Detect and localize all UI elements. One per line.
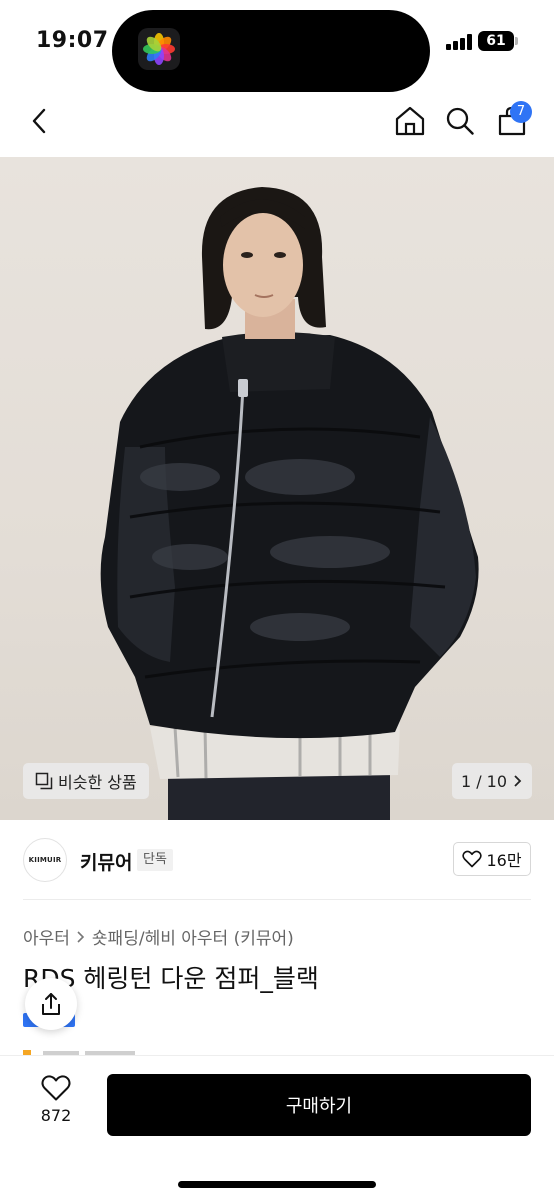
chevron-right-icon <box>77 930 85 943</box>
battery-tip <box>515 37 518 45</box>
top-nav: 7 <box>0 95 554 147</box>
search-button[interactable] <box>438 95 482 147</box>
brand-logo[interactable]: KIIMUIR <box>23 838 67 882</box>
heart-outline-icon <box>41 1075 71 1101</box>
brand-row: KIIMUIR 키뮤어 단독 16만 <box>0 836 554 886</box>
chevron-right-icon <box>514 775 522 787</box>
breadcrumb: 아우터 숏패딩/헤비 아우터 (키뮤어) <box>23 924 294 949</box>
brand-like-button[interactable]: 16만 <box>453 842 531 876</box>
share-button[interactable] <box>25 978 77 1030</box>
page-indicator-text: 1 / 10 <box>460 771 508 791</box>
heart-outline-icon <box>462 850 483 868</box>
cart-button[interactable]: 7 <box>490 95 534 147</box>
status-time: 19:07 <box>36 28 109 53</box>
dynamic-island <box>112 10 430 92</box>
product-image[interactable] <box>0 157 554 820</box>
brand-like-count: 16만 <box>486 851 522 870</box>
breadcrumb-subcategory[interactable]: 숏패딩/헤비 아우터 (키뮤어) <box>92 924 294 949</box>
cart-count-badge: 7 <box>510 101 532 123</box>
cellular-signal-icon <box>446 34 472 50</box>
copy-icon <box>35 772 53 790</box>
image-page-indicator[interactable]: 1 / 10 <box>452 763 532 799</box>
home-button[interactable] <box>388 95 432 147</box>
home-icon <box>395 106 425 136</box>
wishlist-count: 872 <box>40 1106 72 1125</box>
chevron-left-icon <box>32 108 46 134</box>
wishlist-button[interactable]: 872 <box>22 1074 90 1140</box>
home-indicator <box>178 1181 376 1188</box>
search-icon <box>446 107 474 135</box>
share-icon <box>42 993 60 1015</box>
divider <box>23 899 531 900</box>
status-bar: 19:07 61 <box>0 0 554 92</box>
battery-icon: 61 <box>478 31 514 51</box>
brand-logo-text: KIIMUIR <box>28 856 62 864</box>
buy-button[interactable]: 구매하기 <box>107 1074 531 1136</box>
breadcrumb-category[interactable]: 아우터 <box>23 924 70 949</box>
product-photo-illustration <box>100 187 479 820</box>
back-button[interactable] <box>18 95 62 147</box>
similar-products-label: 비슷한 상품 <box>58 773 137 792</box>
exclusive-badge: 단독 <box>137 849 173 871</box>
bottom-action-bar: 872 구매하기 <box>0 1055 554 1200</box>
similar-products-button[interactable]: 비슷한 상품 <box>23 763 149 799</box>
photos-app-icon <box>138 28 180 70</box>
brand-name[interactable]: 키뮤어 <box>80 848 132 875</box>
